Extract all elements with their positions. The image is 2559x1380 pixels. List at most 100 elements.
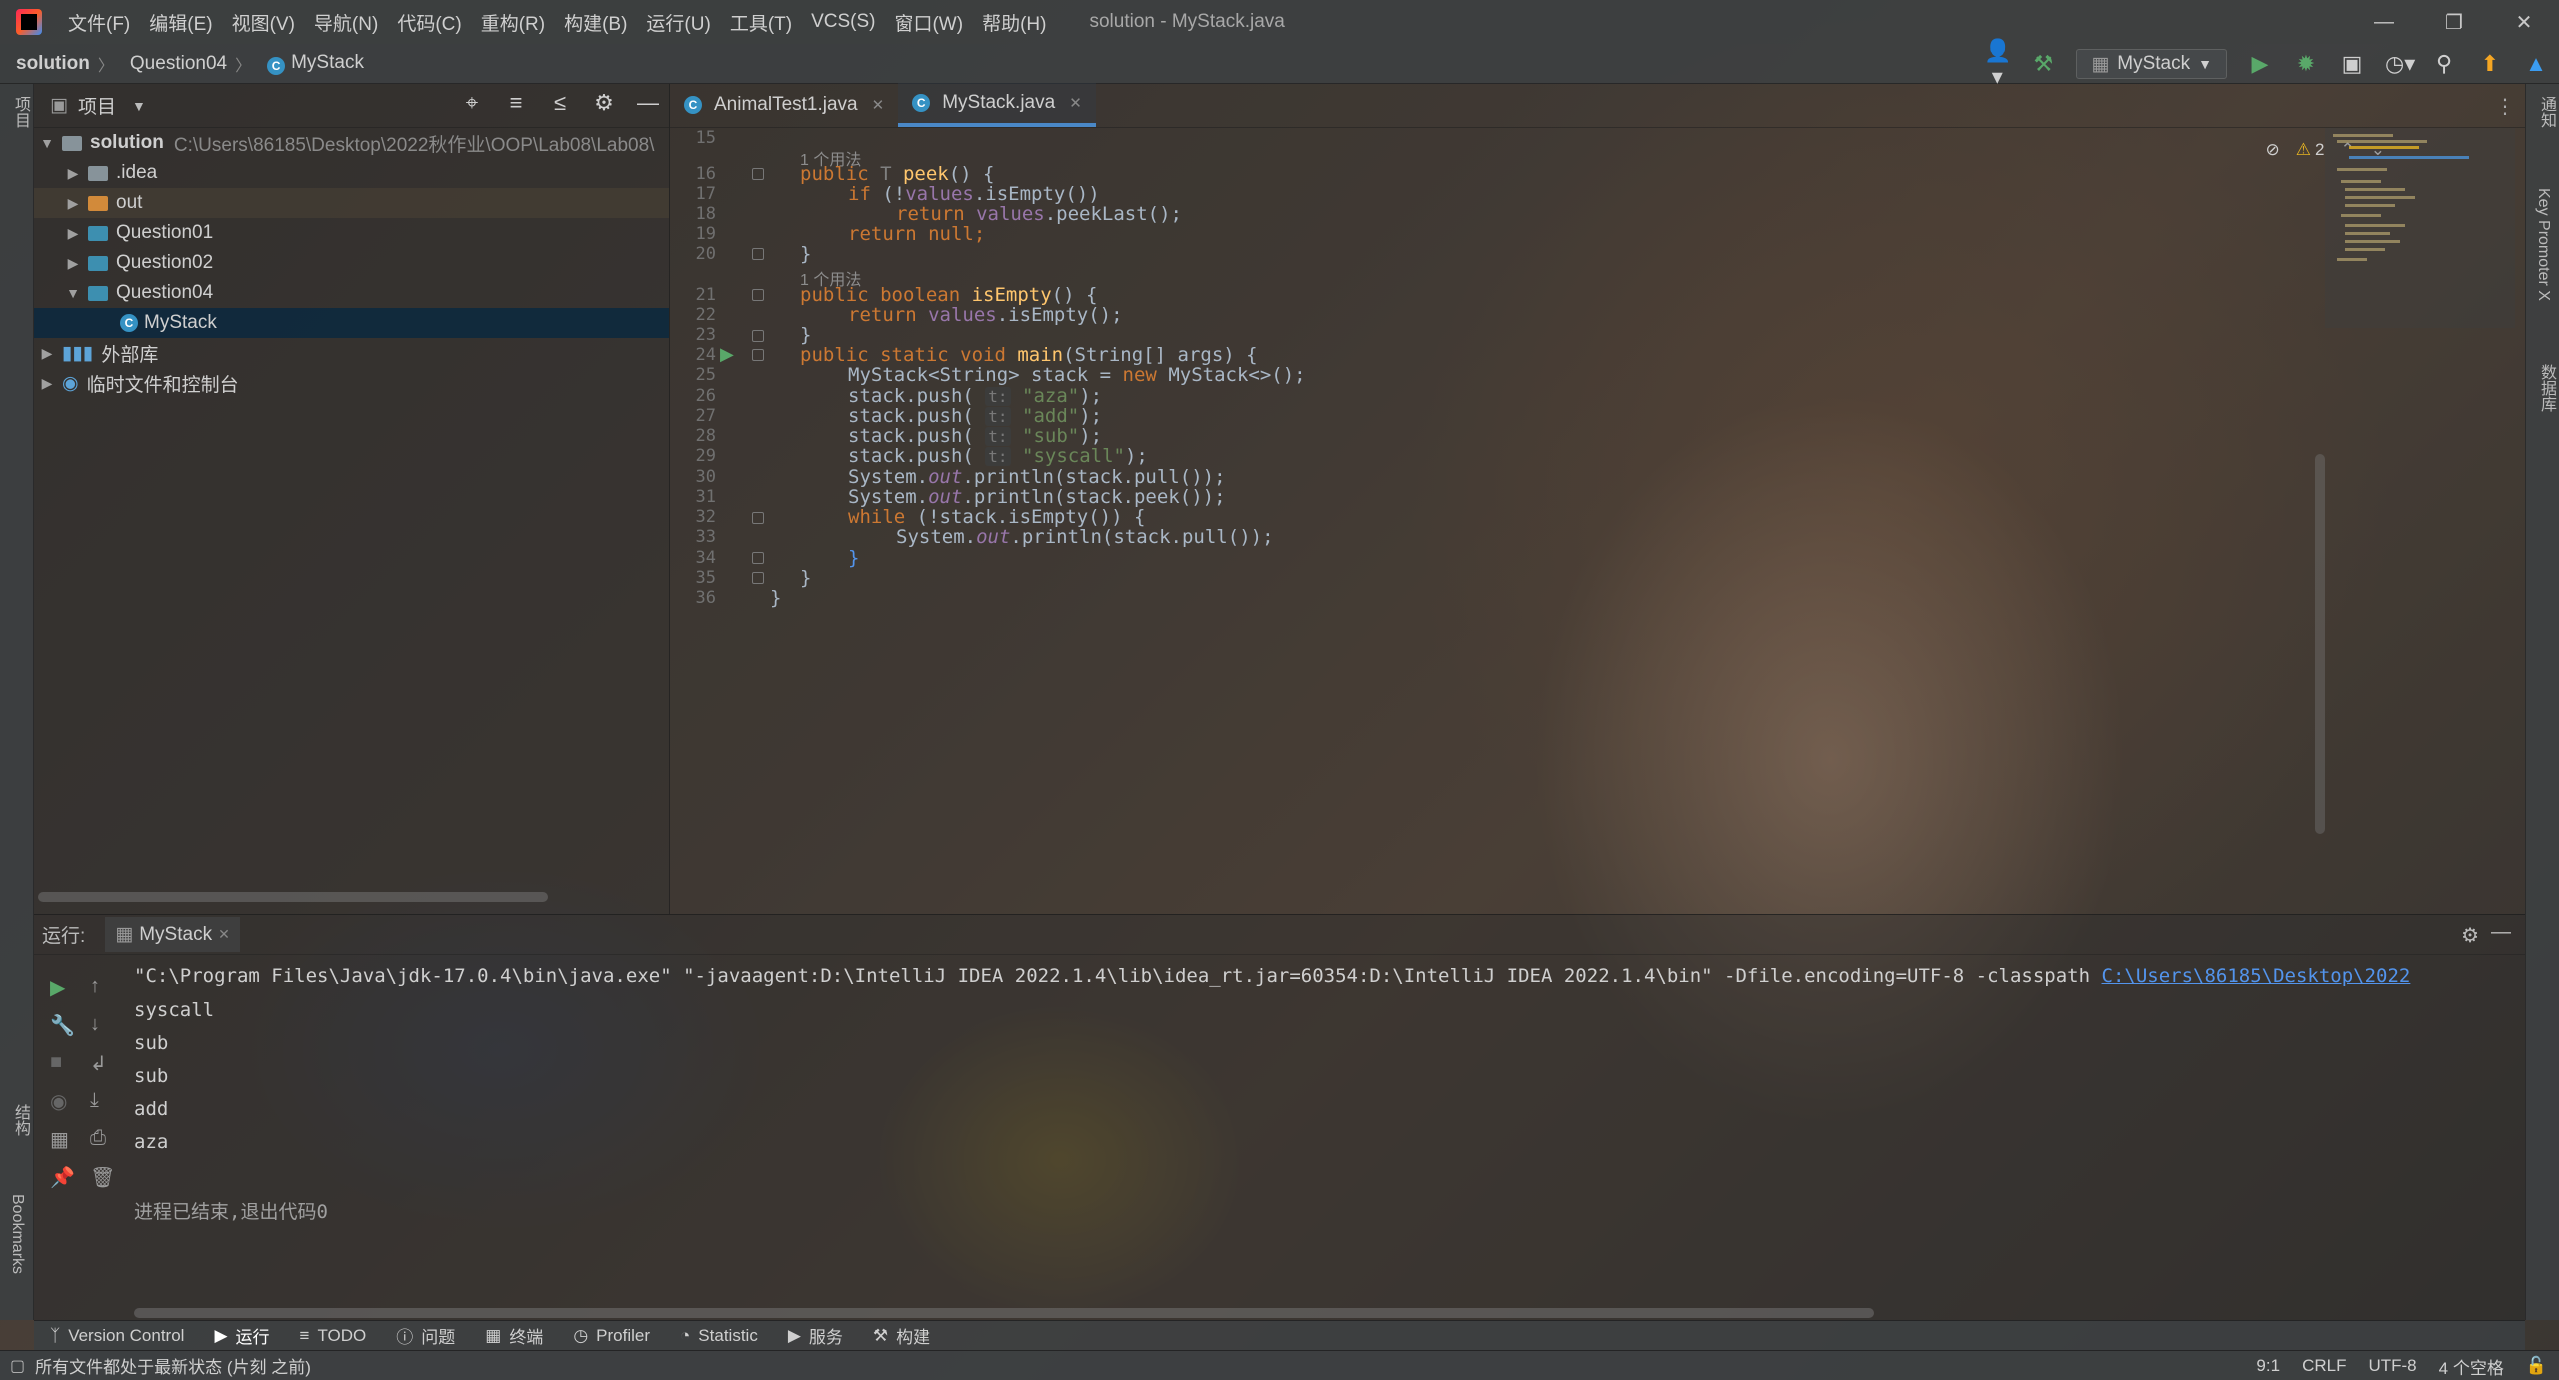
chevron-right-icon[interactable]: ▶ — [64, 165, 82, 182]
minimize-button[interactable]: — — [2349, 0, 2419, 44]
soft-wrap-icon[interactable]: ↲ — [90, 1051, 107, 1076]
console-output[interactable]: "C:\Program Files\Java\jdk-17.0.4\bin\ja… — [134, 955, 2514, 1295]
file-encoding[interactable]: UTF-8 — [2368, 1356, 2416, 1376]
menu-run[interactable]: 运行(U) — [646, 9, 710, 36]
caret-position[interactable]: 9:1 — [2256, 1356, 2280, 1376]
tree-item-question04[interactable]: ▼ Question04 — [34, 278, 669, 308]
status-toggle-icon[interactable]: ▢ — [10, 1356, 25, 1376]
fold-marker-icon[interactable] — [752, 168, 764, 180]
chevron-down-icon[interactable]: ▼ — [38, 135, 56, 151]
run-icon[interactable]: ▶ — [2247, 51, 2273, 77]
gear-icon[interactable]: ⚙ — [591, 90, 617, 116]
classpath-link[interactable]: C:\Users\86185\Desktop\2022 — [2102, 965, 2411, 987]
fold-marker-icon[interactable] — [752, 289, 764, 301]
menu-view[interactable]: 视图(V) — [232, 9, 295, 36]
hide-icon[interactable]: — — [635, 90, 661, 116]
tool-tab-version-control[interactable]: ᛉ Version Control — [50, 1326, 184, 1346]
tool-tab-services[interactable]: ▶ 服务 — [788, 1323, 843, 1348]
fold-marker-icon[interactable] — [752, 512, 764, 524]
tree-item-root[interactable]: ▼ solution C:\Users\86185\Desktop\2022秋作… — [34, 128, 669, 158]
breadcrumb-project[interactable]: solution — [16, 53, 90, 75]
database-tool-button[interactable]: 数据库 — [2534, 364, 2558, 412]
plugin-icon[interactable]: ▲ — [2523, 51, 2549, 77]
coverage-icon[interactable]: ▣ — [2339, 51, 2365, 77]
code-area[interactable]: 1 个用法 public T peek() { if (!values.isEm… — [770, 128, 2470, 914]
search-icon[interactable]: ⚲ — [2431, 51, 2457, 77]
fold-marker-icon[interactable] — [752, 330, 764, 342]
tree-item-mystack[interactable]: C MyStack — [34, 308, 669, 338]
status-message[interactable]: 所有文件都处于最新状态 (片刻 之前) — [35, 1353, 311, 1378]
chevron-right-icon[interactable]: ▶ — [64, 225, 82, 242]
fold-marker-icon[interactable] — [752, 349, 764, 361]
more-icon[interactable]: ⋮ — [2495, 94, 2515, 119]
project-panel-title[interactable]: 项目 — [78, 92, 116, 119]
chevron-down-icon[interactable]: ▼ — [64, 285, 82, 301]
run-configuration-select[interactable]: ▦ MyStack ▼ — [2076, 49, 2227, 79]
expand-all-icon[interactable]: ≡ — [503, 90, 529, 116]
tool-tab-build[interactable]: ⚒ 构建 — [873, 1323, 930, 1348]
tool-tab-run[interactable]: ▶ 运行 — [214, 1323, 269, 1348]
update-icon[interactable]: ⬆ — [2477, 51, 2503, 77]
menu-help[interactable]: 帮助(H) — [982, 9, 1046, 36]
bookmarks-tool-button[interactable]: Bookmarks — [8, 1194, 26, 1274]
tree-item-external-libraries[interactable]: ▶ ▮▮▮ 外部库 — [34, 338, 669, 368]
profile-icon[interactable]: ◷▾ — [2385, 51, 2415, 77]
camera-icon[interactable]: ◉ — [50, 1089, 67, 1114]
scroll-down-icon[interactable]: ↓ — [90, 1013, 100, 1036]
horizontal-scrollbar[interactable] — [38, 892, 548, 902]
layout-icon[interactable]: ▦ — [50, 1127, 69, 1152]
tool-tab-profiler[interactable]: ◷ Profiler — [573, 1326, 650, 1346]
user-icon[interactable]: 👤▾ — [1984, 38, 2011, 90]
menu-code[interactable]: 代码(C) — [397, 9, 461, 36]
close-icon[interactable]: ✕ — [872, 96, 885, 114]
close-button[interactable]: ✕ — [2489, 0, 2559, 44]
chevron-right-icon[interactable]: ▶ — [38, 375, 56, 392]
tool-tab-todo[interactable]: ≡ TODO — [300, 1326, 367, 1346]
tree-item-question02[interactable]: ▶ Question02 — [34, 248, 669, 278]
breadcrumb-folder[interactable]: Question04 — [130, 53, 227, 75]
rerun-icon[interactable]: ▶ — [50, 975, 65, 1000]
wrench-icon[interactable]: 🔧 — [50, 1013, 75, 1038]
project-tool-button[interactable]: 项目 — [8, 96, 32, 128]
fold-marker-icon[interactable] — [752, 248, 764, 260]
breadcrumb-file[interactable]: C MyStack — [267, 52, 364, 75]
print-icon[interactable]: ⎙ — [90, 1127, 106, 1150]
restore-button[interactable]: ❐ — [2419, 0, 2489, 44]
line-separator[interactable]: CRLF — [2302, 1356, 2346, 1376]
menu-tools[interactable]: 工具(T) — [730, 9, 792, 36]
trash-icon[interactable]: 🗑 — [90, 1165, 115, 1190]
tool-tab-problems[interactable]: ⓘ 问题 — [396, 1323, 455, 1348]
menu-refactor[interactable]: 重构(R) — [481, 9, 545, 36]
menu-file[interactable]: 文件(F) — [68, 9, 130, 36]
chevron-right-icon[interactable]: ▶ — [38, 345, 56, 362]
tree-item-idea[interactable]: ▶ .idea — [34, 158, 669, 188]
code-minimap[interactable] — [2325, 128, 2515, 328]
menu-edit[interactable]: 编辑(E) — [149, 9, 212, 36]
run-tab-mystack[interactable]: ▦ MyStack ✕ — [105, 917, 240, 952]
fold-marker-icon[interactable] — [752, 572, 764, 584]
notifications-tool-button[interactable]: 通知 — [2534, 96, 2558, 128]
vertical-scrollbar[interactable] — [2315, 454, 2325, 834]
horizontal-scrollbar[interactable] — [134, 1308, 1874, 1318]
indent-setting[interactable]: 4 个空格 — [2439, 1354, 2504, 1379]
gear-icon[interactable]: ⚙ — [2461, 923, 2479, 948]
scroll-up-icon[interactable]: ↑ — [90, 975, 100, 998]
hide-icon[interactable]: — — [2491, 921, 2511, 944]
menu-vcs[interactable]: VCS(S) — [811, 11, 875, 33]
tool-tab-terminal[interactable]: ▦ 终端 — [485, 1323, 543, 1348]
tab-animaltest1[interactable]: C AnimalTest1.java ✕ — [670, 83, 898, 127]
pin-icon[interactable]: 📌 — [50, 1165, 75, 1190]
close-icon[interactable]: ✕ — [1069, 94, 1082, 112]
tree-item-out[interactable]: ▶ out — [34, 188, 669, 218]
debug-icon[interactable]: ✹ — [2293, 51, 2319, 77]
build-hammer-icon[interactable]: ⚒ — [2030, 51, 2056, 77]
collapse-all-icon[interactable]: ≤ — [547, 90, 573, 116]
chevron-down-icon[interactable]: ▼ — [132, 98, 146, 114]
lock-icon[interactable]: 🔓 — [2526, 1356, 2547, 1376]
chevron-right-icon[interactable]: ▶ — [64, 255, 82, 272]
menu-navigate[interactable]: 导航(N) — [314, 9, 378, 36]
tool-tab-statistic[interactable]: ◔ Statistic — [680, 1326, 758, 1346]
locate-icon[interactable]: ⌖ — [459, 90, 485, 116]
fold-marker-icon[interactable] — [752, 552, 764, 564]
stop-icon[interactable]: ■ — [50, 1051, 62, 1074]
